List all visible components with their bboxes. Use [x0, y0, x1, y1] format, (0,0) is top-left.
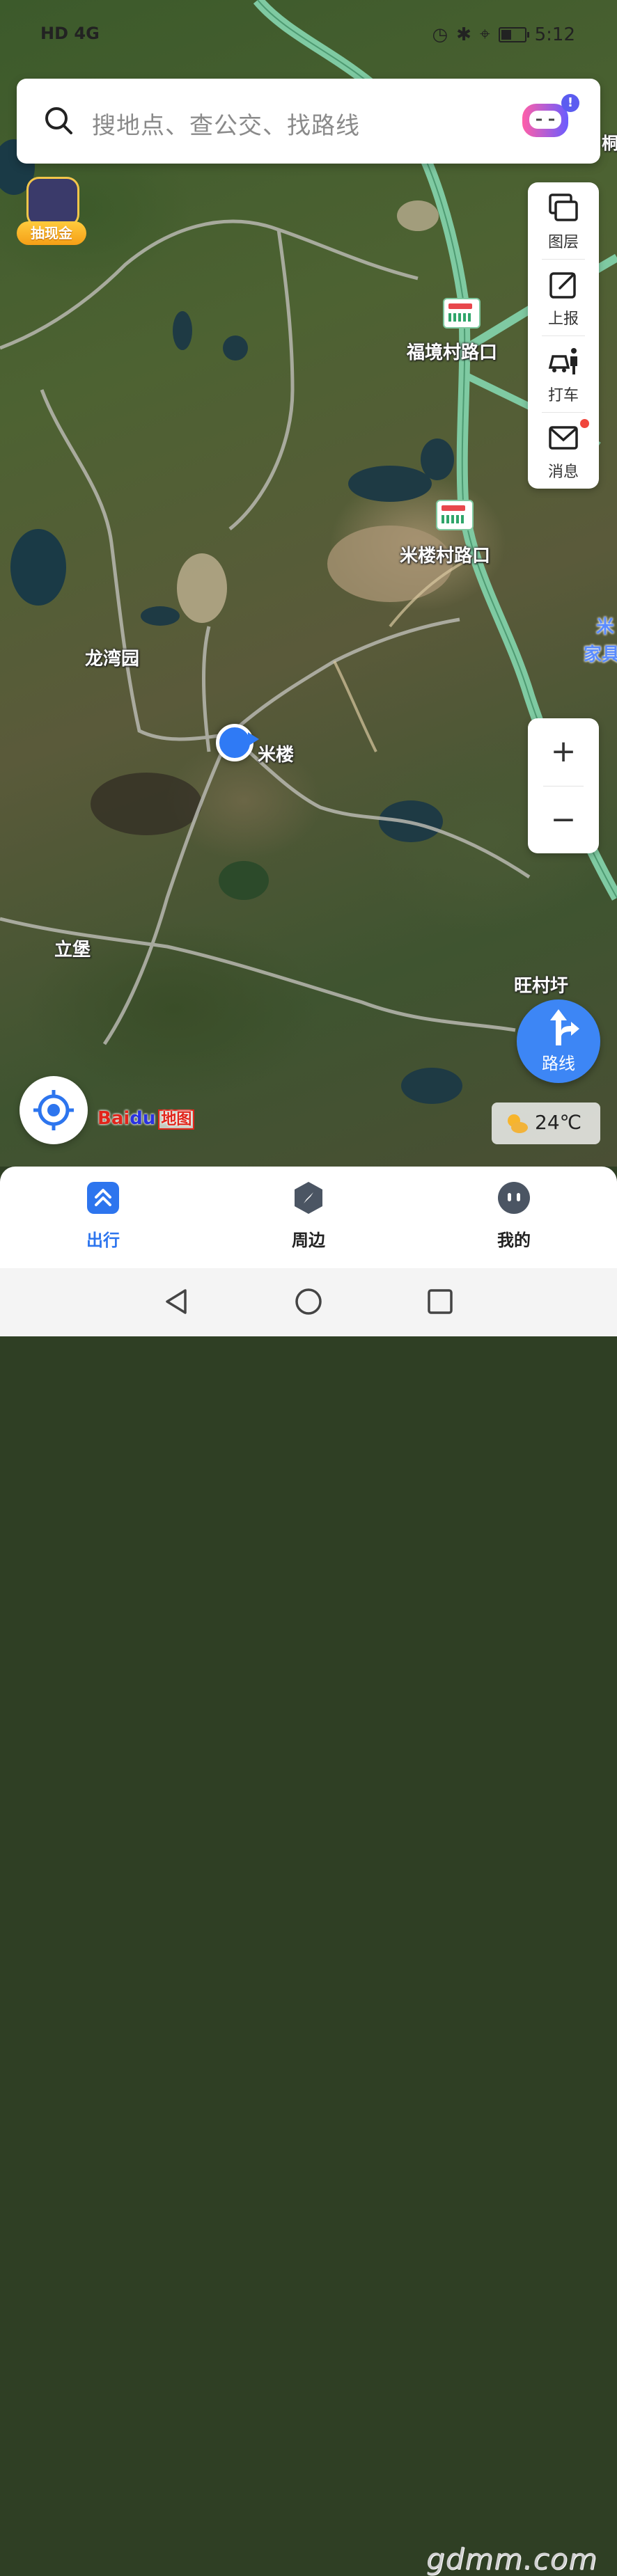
travel-icon [87, 1182, 119, 1214]
compass-icon [295, 1182, 322, 1214]
weather-temp: 24℃ [535, 1111, 582, 1134]
nav-mine-label: 我的 [497, 1231, 531, 1250]
unread-dot [580, 419, 589, 428]
map-label-libao[interactable]: 立堡 [54, 935, 91, 961]
layers-icon [549, 193, 578, 221]
map-label-longwan[interactable]: 龙湾园 [85, 645, 139, 670]
nav-nearby-label: 周边 [292, 1231, 325, 1250]
status-bar: HD 4G ◷ ✱ ⌖ 5:12 [0, 0, 617, 70]
logo-ditu: 地图 [158, 1109, 195, 1130]
map-label-edge-top: 桐 [602, 134, 617, 153]
weather-widget[interactable]: 24℃ [492, 1103, 600, 1144]
map-label-milou-junction[interactable]: 米楼村路口 [400, 542, 490, 567]
clock: 5:12 [534, 24, 575, 45]
cash-promo[interactable]: 抽现金 [17, 177, 89, 251]
route-label: 路线 [542, 1054, 575, 1073]
nav-nearby[interactable]: 周边 [260, 1180, 357, 1251]
nav-mine[interactable]: 我的 [465, 1180, 563, 1251]
tool-messages-label: 消息 [547, 464, 579, 481]
route-button[interactable]: 路线 [517, 999, 600, 1083]
alarm-icon: ◷ [432, 24, 448, 45]
tool-messages[interactable]: 消息 [528, 412, 599, 487]
map-label-wangcun[interactable]: 旺村圩 [514, 972, 568, 997]
tool-report[interactable]: 上报 [528, 259, 599, 334]
station-marker-fujing[interactable] [443, 298, 481, 329]
search-icon [45, 107, 72, 134]
tool-taxi-label: 打车 [547, 387, 579, 404]
route-arrow-icon [550, 1009, 579, 1045]
nav-travel-label: 出行 [86, 1231, 120, 1250]
map-label-fujing[interactable]: 福境村路口 [407, 338, 497, 364]
recents-icon[interactable] [425, 1286, 455, 1317]
promo-label: 抽现金 [17, 221, 86, 245]
location-icon: ⌖ [479, 24, 490, 45]
map-label-edge-right-1: 米 [596, 617, 615, 638]
back-icon[interactable] [162, 1286, 192, 1317]
zoom-out-button[interactable]: − [528, 787, 599, 853]
nav-travel[interactable]: 出行 [54, 1180, 152, 1251]
locate-crosshair-icon [33, 1090, 74, 1130]
station-marker-milou[interactable] [436, 500, 474, 530]
tool-layers[interactable]: 图层 [528, 182, 599, 258]
zoom-control: + − [528, 718, 599, 853]
tool-report-label: 上报 [547, 310, 579, 328]
map-view[interactable]: 福境村路口 米楼村路口 龙湾园 米楼 立堡 旺村圩 米 家具 桐 [0, 0, 617, 1167]
battery-icon [498, 26, 529, 42]
mail-icon [549, 426, 578, 450]
sun-cloud-icon [508, 1114, 528, 1133]
promo-mascot-icon [26, 177, 79, 227]
watermark: gdmm.com [426, 2542, 598, 2576]
logo-du: du [130, 1108, 156, 1129]
taxi-icon [548, 348, 577, 374]
bluetooth-icon: ✱ [456, 24, 471, 45]
home-icon[interactable] [293, 1286, 324, 1317]
bottom-nav: 出行 周边 我的 [0, 1167, 617, 1268]
tool-layers-label: 图层 [547, 234, 579, 251]
heading-arrow-icon [248, 732, 259, 746]
map-tools-panel: 图层 上报 打车 消息 [528, 182, 599, 489]
signal-indicator: HD 4G [40, 24, 100, 43]
baidu-map-logo: Baidu 地图 [97, 1107, 195, 1130]
locate-button[interactable] [19, 1076, 88, 1144]
report-edit-icon [549, 272, 576, 299]
profile-face-icon [498, 1182, 530, 1214]
assistant-badge: ! [561, 94, 579, 112]
search-bar[interactable]: 搜地点、查公交、找路线 ! [17, 79, 600, 164]
system-nav-bar: gdmm.com [0, 1268, 617, 2576]
zoom-in-button[interactable]: + [528, 718, 599, 785]
map-label-edge-right-2: 家具 [584, 645, 617, 665]
tool-taxi[interactable]: 打车 [528, 335, 599, 411]
status-right: ◷ ✱ ⌖ 5:12 [432, 24, 575, 45]
map-label-milou[interactable]: 米楼 [258, 741, 294, 766]
search-placeholder: 搜地点、查公交、找路线 [92, 112, 360, 140]
logo-bai: Bai [97, 1108, 130, 1129]
